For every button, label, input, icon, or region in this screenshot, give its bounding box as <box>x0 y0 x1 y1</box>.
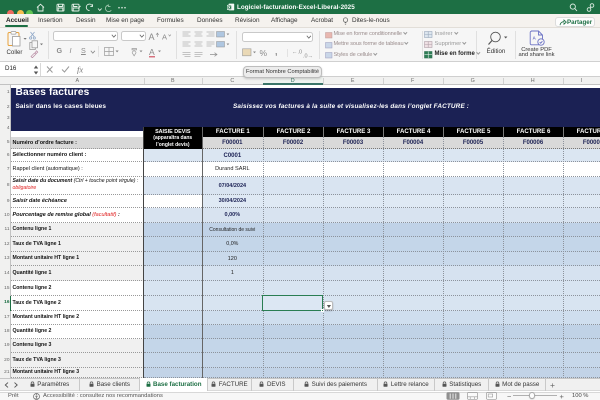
svg-text:A: A <box>162 33 167 42</box>
svg-text:%: % <box>260 48 268 58</box>
svg-text:A: A <box>149 47 155 57</box>
svg-text:←.0: ←.0 <box>292 50 302 56</box>
svg-text:,: , <box>275 48 278 57</box>
svg-text:.0→: .0→ <box>303 54 312 59</box>
svg-text:A: A <box>149 32 155 42</box>
svg-text:A: A <box>533 35 537 40</box>
svg-text:fx: fx <box>77 65 83 74</box>
